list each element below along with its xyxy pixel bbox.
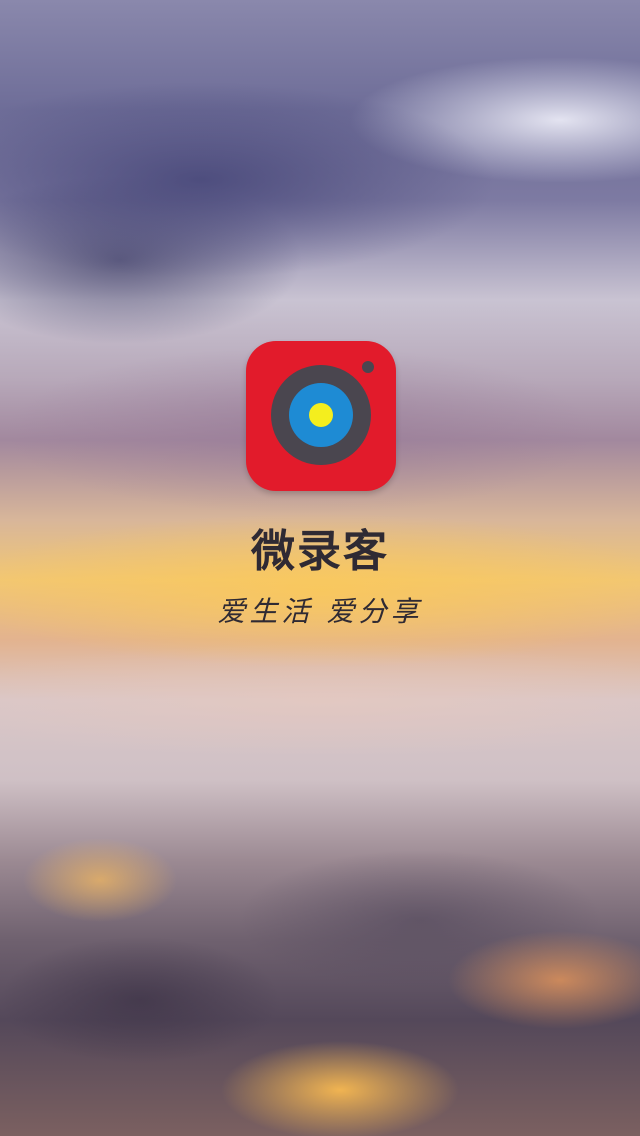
- splash-screen: 微录客 爱生活 爱分享: [0, 0, 640, 1136]
- lens-outer-ring: [271, 365, 371, 465]
- camera-flash-dot: [362, 361, 374, 373]
- lens-middle-ring: [289, 383, 353, 447]
- app-slogan: 爱生活 爱分享: [217, 595, 423, 628]
- camera-lens-icon: [246, 341, 396, 491]
- lens-center: [309, 403, 333, 427]
- app-name: 微录客: [251, 526, 389, 577]
